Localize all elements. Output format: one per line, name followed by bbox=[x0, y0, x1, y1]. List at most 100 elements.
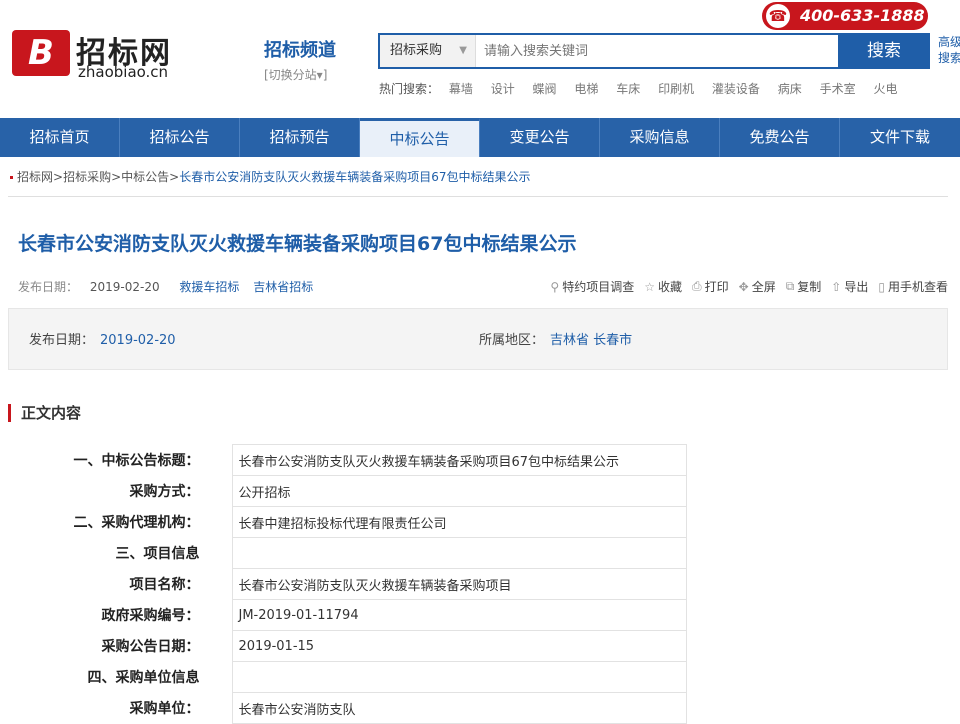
row-key: 采购公告日期： bbox=[101, 639, 200, 655]
logo-text-en: zhaobiao.cn bbox=[78, 63, 169, 81]
hot-search-item[interactable]: 灌装设备 bbox=[712, 82, 760, 96]
publish-date: 2019-02-20 bbox=[89, 280, 160, 294]
nav-item-procurement-info[interactable]: 采购信息 bbox=[600, 118, 720, 157]
copy-button[interactable]: ⧉ 复制 bbox=[786, 278, 822, 295]
breadcrumb-link[interactable]: 招标网 bbox=[17, 170, 53, 184]
hot-search-item[interactable]: 幕墙 bbox=[449, 82, 473, 96]
main-nav: 招标首页 招标公告 招标预告 中标公告 变更公告 采购信息 免费公告 文件下载 bbox=[0, 118, 960, 157]
fullscreen-button[interactable]: ✥ 全屏 bbox=[739, 278, 776, 295]
row-key: 二、采购代理机构： bbox=[73, 515, 200, 531]
row-value bbox=[231, 537, 687, 569]
hot-search-label: 热门搜索： bbox=[379, 82, 440, 96]
nav-item-tender-preview[interactable]: 招标预告 bbox=[240, 118, 360, 157]
row-key: 一、中标公告标题： bbox=[73, 453, 200, 469]
row-value: 长春市公安消防支队灭火救援车辆装备采购项目67包中标结果公示 bbox=[231, 444, 687, 476]
export-button[interactable]: ⇧ 导出 bbox=[831, 278, 868, 295]
table-row: 采购公告日期： 2019-01-15 bbox=[54, 630, 687, 662]
summary-region-label: 所属地区： bbox=[479, 333, 545, 348]
summary-region: 所属地区： 吉林省 长春市 bbox=[479, 329, 632, 348]
survey-button[interactable]: ⚲ 特约项目调查 bbox=[550, 278, 634, 295]
table-row: 四、采购单位信息 bbox=[54, 661, 687, 693]
summary-date-label: 发布日期： bbox=[29, 333, 95, 348]
row-value: 公开招标 bbox=[231, 475, 687, 507]
hot-search-item[interactable]: 手术室 bbox=[820, 82, 856, 96]
nav-item-file-download[interactable]: 文件下载 bbox=[840, 118, 960, 157]
print-button[interactable]: ⎙ 打印 bbox=[692, 278, 729, 295]
hot-search-item[interactable]: 印刷机 bbox=[658, 82, 694, 96]
row-value: JM-2019-01-11794 bbox=[231, 599, 687, 631]
advanced-search-link[interactable]: 高级搜索 bbox=[938, 34, 960, 66]
hot-search-item[interactable]: 火电 bbox=[873, 82, 897, 96]
search-category-select[interactable]: 招标采购 ▼ bbox=[380, 35, 476, 67]
printer-icon: ⎙ bbox=[692, 279, 702, 293]
hot-search-list: 热门搜索： 幕墙 设计 蝶阀 电梯 车床 印刷机 灌装设备 病床 手术室 火电 bbox=[379, 80, 911, 97]
copy-icon: ⧉ bbox=[785, 279, 795, 293]
channel-title: 招标频道 bbox=[264, 40, 336, 61]
tool-label: 导出 bbox=[844, 280, 869, 294]
page-title: 长春市公安消防支队灭火救援车辆装备采购项目67包中标结果公示 bbox=[18, 233, 577, 255]
row-key: 三、项目信息 bbox=[115, 546, 200, 562]
tool-label: 用手机查看 bbox=[887, 280, 948, 294]
summary-region-value[interactable]: 吉林省 长春市 bbox=[550, 333, 632, 348]
meta-left: 发布日期： 2019-02-20 救援车招标 吉林省招标 bbox=[18, 278, 313, 295]
table-row: 二、采购代理机构： 长春中建招标投标代理有限责任公司 bbox=[54, 506, 687, 538]
breadcrumb-current[interactable]: 长春市公安消防支队灭火救援车辆装备采购项目67包中标结果公示 bbox=[179, 170, 530, 184]
hot-search-item[interactable]: 车床 bbox=[616, 82, 640, 96]
row-key: 采购单位： bbox=[129, 701, 200, 717]
row-key: 政府采购编号： bbox=[101, 608, 200, 624]
chevron-down-icon: ▼ bbox=[459, 45, 467, 56]
nav-item-tender-notice[interactable]: 招标公告 bbox=[120, 118, 240, 157]
article-toolbar: ⚲ 特约项目调查 ☆ 收藏 ⎙ 打印 ✥ 全屏 ⧉ 复制 ⇧ 导出 ▯ 用手机查看 bbox=[550, 278, 948, 295]
breadcrumb-link[interactable]: 招标采购 bbox=[63, 170, 111, 184]
nav-item-change-notice[interactable]: 变更公告 bbox=[480, 118, 600, 157]
summary-date-value: 2019-02-20 bbox=[100, 333, 176, 348]
search-input[interactable] bbox=[484, 35, 834, 67]
search-bar: 招标采购 ▼ 搜索 bbox=[378, 33, 930, 69]
site-logo[interactable]: B 招标网 zhaobiao.cn bbox=[12, 30, 202, 81]
search-button[interactable]: 搜索 bbox=[838, 33, 930, 69]
hotline-badge: ☎ 400-633-1888 bbox=[762, 2, 928, 30]
nav-item-free-notice[interactable]: 免费公告 bbox=[720, 118, 840, 157]
table-row: 政府采购编号： JM-2019-01-11794 bbox=[54, 599, 687, 631]
mobile-view-button[interactable]: ▯ 用手机查看 bbox=[878, 278, 948, 295]
row-value: 长春中建招标投标代理有限责任公司 bbox=[231, 506, 687, 538]
hot-search-item[interactable]: 设计 bbox=[491, 82, 515, 96]
search-icon: ⚲ bbox=[550, 279, 560, 294]
breadcrumb: 招标网>招标采购>中标公告>长春市公安消防支队灭火救援车辆装备采购项目67包中标… bbox=[10, 168, 531, 185]
row-key: 项目名称： bbox=[129, 577, 200, 593]
publish-date-label: 发布日期： bbox=[18, 280, 79, 294]
tool-label: 收藏 bbox=[657, 280, 682, 294]
phone-icon: ☎ bbox=[766, 4, 790, 28]
logo-mark: B bbox=[12, 30, 70, 76]
tool-label: 复制 bbox=[797, 280, 822, 294]
row-value: 2019-01-15 bbox=[231, 630, 687, 662]
hot-search-item[interactable]: 电梯 bbox=[574, 82, 598, 96]
favorite-button[interactable]: ☆ 收藏 bbox=[644, 278, 682, 295]
table-row: 采购方式： 公开招标 bbox=[54, 475, 687, 507]
hot-search-item[interactable]: 病床 bbox=[778, 82, 802, 96]
table-row: 采购单位： 长春市公安消防支队 bbox=[54, 692, 687, 724]
detail-table: 一、中标公告标题： 长春市公安消防支队灭火救援车辆装备采购项目67包中标结果公示 … bbox=[54, 444, 687, 724]
breadcrumb-link[interactable]: 中标公告 bbox=[121, 170, 169, 184]
hot-search-item[interactable]: 蝶阀 bbox=[533, 82, 557, 96]
fullscreen-icon: ✥ bbox=[738, 279, 749, 294]
mobile-icon: ▯ bbox=[878, 279, 885, 294]
summary-date: 发布日期： 2019-02-20 bbox=[29, 329, 176, 348]
row-key: 四、采购单位信息 bbox=[87, 670, 200, 686]
hotline-number: 400-633-1888 bbox=[800, 6, 925, 25]
tool-label: 打印 bbox=[704, 280, 729, 294]
section-heading: 正文内容 bbox=[8, 404, 948, 422]
tool-label: 全屏 bbox=[751, 280, 776, 294]
star-icon: ☆ bbox=[644, 279, 655, 294]
tag-link[interactable]: 吉林省招标 bbox=[253, 280, 313, 294]
row-value bbox=[231, 661, 687, 693]
row-value: 长春市公安消防支队 bbox=[231, 692, 687, 724]
nav-item-award-notice[interactable]: 中标公告 bbox=[360, 118, 480, 157]
article-meta: 发布日期： 2019-02-20 救援车招标 吉林省招标 ⚲ 特约项目调查 ☆ 收藏… bbox=[8, 278, 948, 298]
nav-item-home[interactable]: 招标首页 bbox=[0, 118, 120, 157]
channel-block: 招标频道 [切换分站▾] bbox=[264, 36, 336, 83]
switch-site-link[interactable]: [切换分站▾] bbox=[264, 66, 336, 83]
tag-link[interactable]: 救援车招标 bbox=[179, 280, 239, 294]
export-icon: ⇧ bbox=[831, 279, 842, 294]
article-content: 长春市公安消防支队灭火救援车辆装备采购项目67包中标结果公示 发布日期： 201… bbox=[8, 196, 948, 724]
